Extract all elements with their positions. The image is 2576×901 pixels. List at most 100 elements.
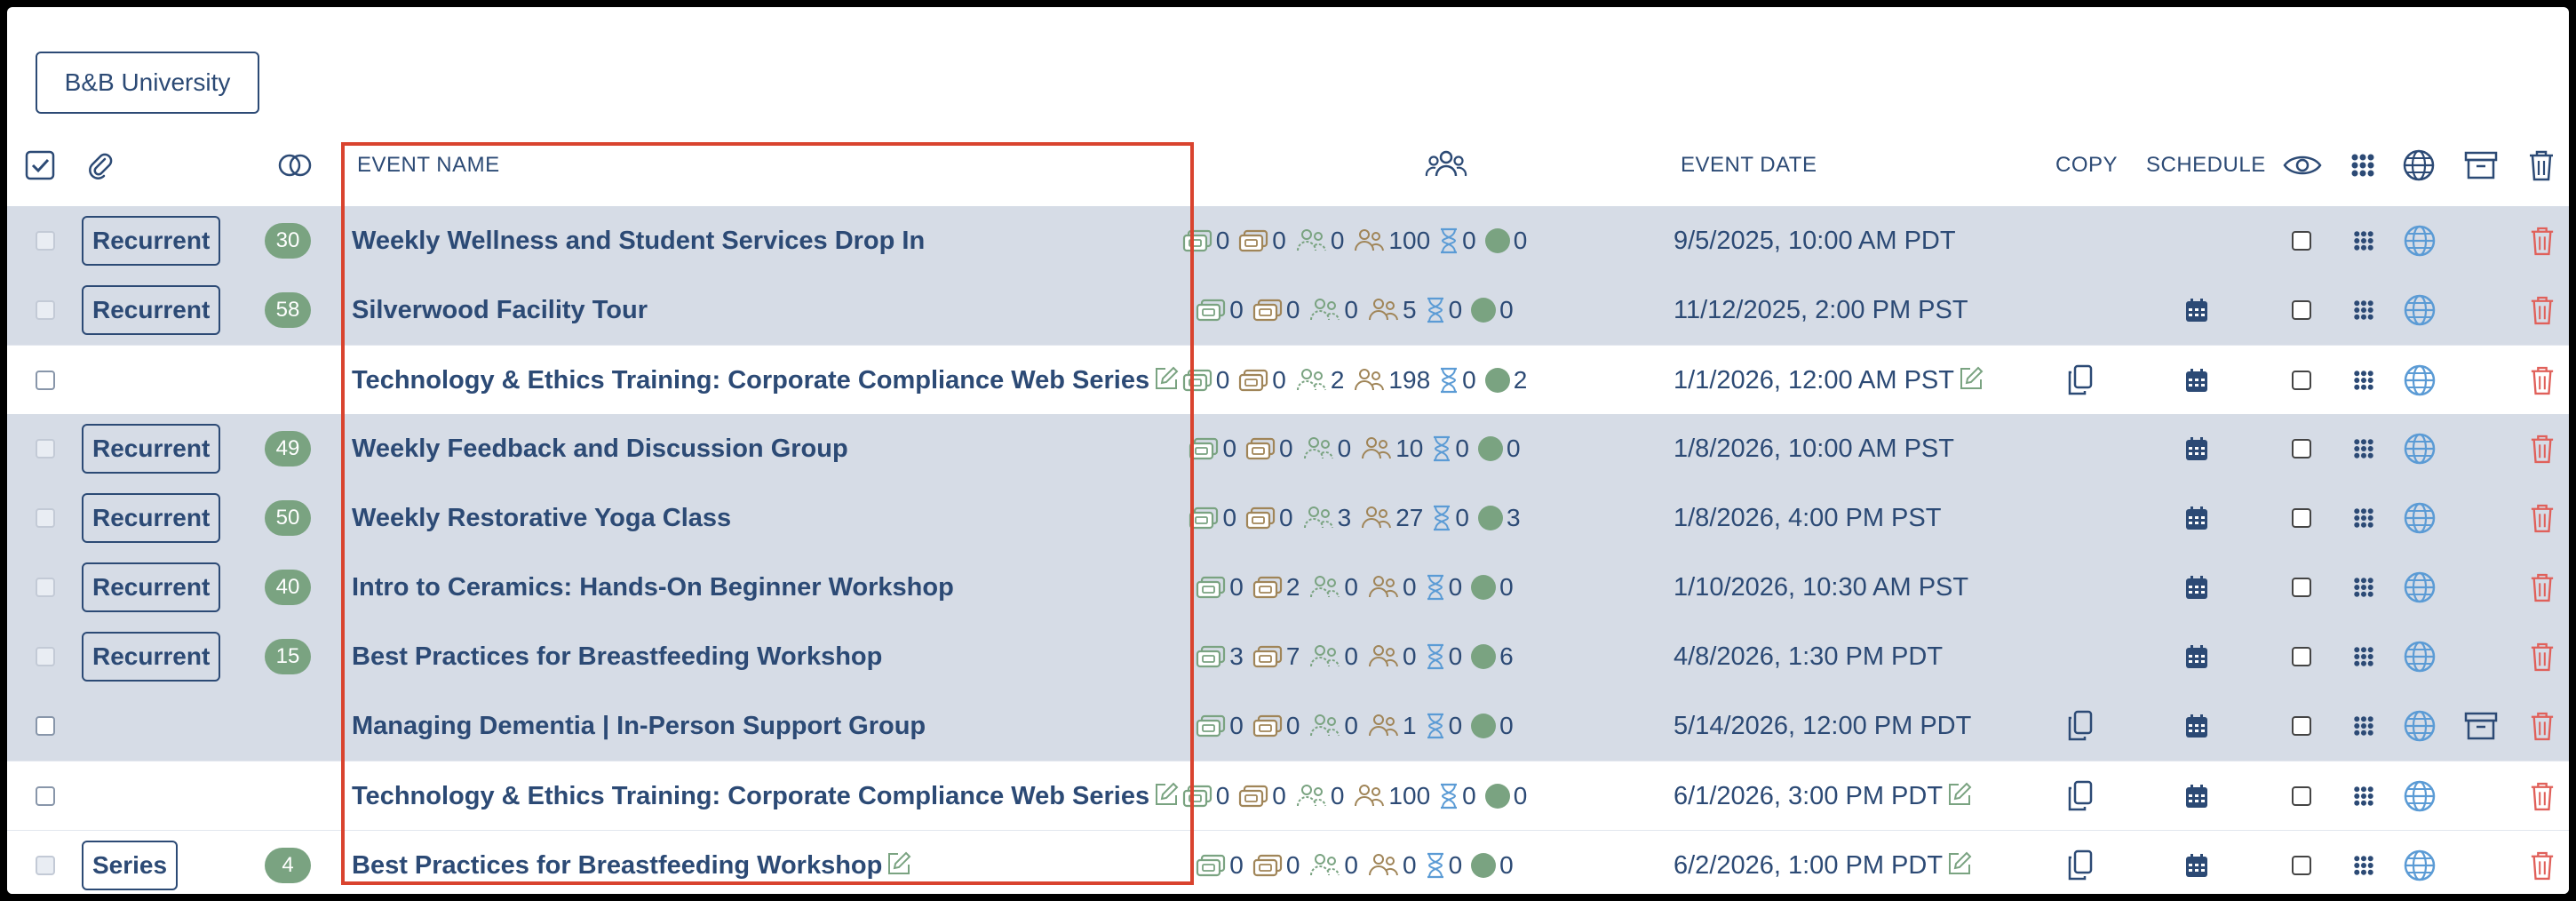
calendar-icon[interactable]: [2185, 644, 2208, 669]
event-name-link[interactable]: Technology & Ethics Training: Corporate …: [352, 366, 1149, 395]
globe-icon[interactable]: [2403, 779, 2437, 813]
table-row[interactable]: Recurrent 15 Best Practices for Breastfe…: [7, 622, 2569, 691]
org-filter-button[interactable]: B&B University: [36, 52, 259, 114]
event-name-link[interactable]: Best Practices for Breastfeeding Worksho…: [352, 851, 882, 881]
visibility-checkbox[interactable]: [2292, 578, 2311, 597]
copy-icon[interactable]: [2066, 710, 2095, 742]
globe-icon[interactable]: [2403, 709, 2437, 743]
grid-dots-icon[interactable]: [2353, 230, 2374, 251]
delete-trash-icon[interactable]: [2530, 850, 2555, 881]
trash-icon[interactable]: [2528, 132, 2555, 199]
row-checkbox[interactable]: [36, 647, 55, 666]
delete-trash-icon[interactable]: [2530, 503, 2555, 533]
visibility-checkbox[interactable]: [2292, 231, 2311, 251]
calendar-icon[interactable]: [2185, 853, 2208, 878]
col-event-date[interactable]: EVENT DATE: [1681, 132, 1817, 199]
globe-icon[interactable]: [2403, 640, 2437, 674]
recurrent-button[interactable]: Recurrent: [82, 493, 221, 543]
recurrent-button[interactable]: Recurrent: [82, 562, 221, 612]
row-checkbox[interactable]: [36, 231, 55, 251]
calendar-icon[interactable]: [2185, 784, 2208, 809]
visibility-checkbox[interactable]: [2292, 856, 2311, 875]
col-event-name[interactable]: EVENT NAME: [357, 132, 500, 199]
calendar-icon[interactable]: [2185, 298, 2208, 323]
archive-icon[interactable]: [2464, 711, 2498, 741]
globe-icon[interactable]: [2403, 293, 2437, 327]
table-row[interactable]: Recurrent 30 Weekly Wellness and Student…: [7, 206, 2569, 275]
calendar-icon[interactable]: [2185, 368, 2208, 393]
delete-trash-icon[interactable]: [2530, 434, 2555, 464]
edit-date-icon[interactable]: [1946, 850, 1973, 877]
edit-date-icon[interactable]: [1958, 365, 1984, 392]
visibility-checkbox[interactable]: [2292, 786, 2311, 806]
grid-dots-icon[interactable]: [2353, 855, 2374, 876]
grid-dots-icon[interactable]: [2353, 299, 2374, 321]
grid-dots-icon[interactable]: [2350, 132, 2375, 199]
eye-icon[interactable]: [2283, 132, 2322, 199]
globe-icon[interactable]: [2402, 132, 2436, 199]
table-row[interactable]: Recurrent 40 Intro to Ceramics: Hands-On…: [7, 553, 2569, 622]
delete-trash-icon[interactable]: [2530, 226, 2555, 256]
event-name-link[interactable]: Silverwood Facility Tour: [352, 296, 648, 325]
visibility-checkbox[interactable]: [2292, 371, 2311, 390]
row-checkbox[interactable]: [36, 716, 55, 736]
globe-icon[interactable]: [2403, 501, 2437, 535]
table-row[interactable]: Recurrent 50 Weekly Restorative Yoga Cla…: [7, 483, 2569, 553]
grid-dots-icon[interactable]: [2353, 438, 2374, 459]
grid-dots-icon[interactable]: [2353, 577, 2374, 598]
calendar-icon[interactable]: [2185, 506, 2208, 530]
table-row[interactable]: Managing Dementia | In-Person Support Gr…: [7, 691, 2569, 761]
event-name-link[interactable]: Weekly Restorative Yoga Class: [352, 504, 731, 533]
visibility-checkbox[interactable]: [2292, 439, 2311, 458]
series-button[interactable]: Series: [82, 841, 179, 890]
calendar-icon[interactable]: [2185, 436, 2208, 461]
grid-dots-icon[interactable]: [2353, 507, 2374, 529]
table-row[interactable]: Recurrent 49 Weekly Feedback and Discuss…: [7, 414, 2569, 483]
copy-icon[interactable]: [2066, 780, 2095, 812]
visibility-checkbox[interactable]: [2292, 508, 2311, 528]
delete-trash-icon[interactable]: [2530, 711, 2555, 741]
table-row[interactable]: Recurrent 58 Silverwood Facility Tour 00…: [7, 275, 2569, 345]
calendar-icon[interactable]: [2185, 575, 2208, 600]
row-checkbox[interactable]: [36, 371, 55, 390]
event-name-link[interactable]: Technology & Ethics Training: Corporate …: [352, 782, 1149, 811]
copy-icon[interactable]: [2066, 364, 2095, 396]
event-name-link[interactable]: Intro to Ceramics: Hands-On Beginner Wor…: [352, 573, 954, 602]
row-checkbox[interactable]: [36, 300, 55, 320]
event-name-link[interactable]: Weekly Feedback and Discussion Group: [352, 435, 848, 464]
globe-icon[interactable]: [2403, 224, 2437, 258]
edit-icon[interactable]: [886, 850, 912, 877]
delete-trash-icon[interactable]: [2530, 642, 2555, 672]
delete-trash-icon[interactable]: [2530, 365, 2555, 395]
delete-trash-icon[interactable]: [2530, 572, 2555, 602]
visibility-checkbox[interactable]: [2292, 300, 2311, 320]
edit-date-icon[interactable]: [1946, 781, 1973, 808]
table-row[interactable]: Series 4 Best Practices for Breastfeedin…: [7, 830, 2569, 894]
row-checkbox[interactable]: [36, 786, 55, 806]
select-all-checkbox[interactable]: [25, 132, 55, 199]
copy-icon[interactable]: [2066, 849, 2095, 881]
grid-dots-icon[interactable]: [2353, 646, 2374, 667]
attachment-icon[interactable]: [85, 132, 115, 199]
visibility-checkbox[interactable]: [2292, 716, 2311, 736]
row-checkbox[interactable]: [36, 439, 55, 458]
event-name-link[interactable]: Best Practices for Breastfeeding Worksho…: [352, 642, 882, 672]
table-row[interactable]: Technology & Ethics Training: Corporate …: [7, 345, 2569, 415]
recurrent-button[interactable]: Recurrent: [82, 424, 221, 474]
table-row[interactable]: Technology & Ethics Training: Corporate …: [7, 761, 2569, 831]
grid-dots-icon[interactable]: [2353, 785, 2374, 807]
archive-icon[interactable]: [2464, 132, 2498, 199]
event-name-link[interactable]: Weekly Wellness and Student Services Dro…: [352, 227, 925, 256]
recurrent-button[interactable]: Recurrent: [82, 285, 221, 335]
grid-dots-icon[interactable]: [2353, 370, 2374, 391]
recurrent-button[interactable]: Recurrent: [82, 216, 221, 266]
delete-trash-icon[interactable]: [2530, 781, 2555, 811]
globe-icon[interactable]: [2403, 432, 2437, 466]
linked-circles-icon[interactable]: [277, 132, 313, 199]
grid-dots-icon[interactable]: [2353, 715, 2374, 737]
globe-icon[interactable]: [2403, 363, 2437, 397]
delete-trash-icon[interactable]: [2530, 295, 2555, 325]
row-checkbox[interactable]: [36, 508, 55, 528]
event-name-link[interactable]: Managing Dementia | In-Person Support Gr…: [352, 712, 926, 741]
visibility-checkbox[interactable]: [2292, 647, 2311, 666]
